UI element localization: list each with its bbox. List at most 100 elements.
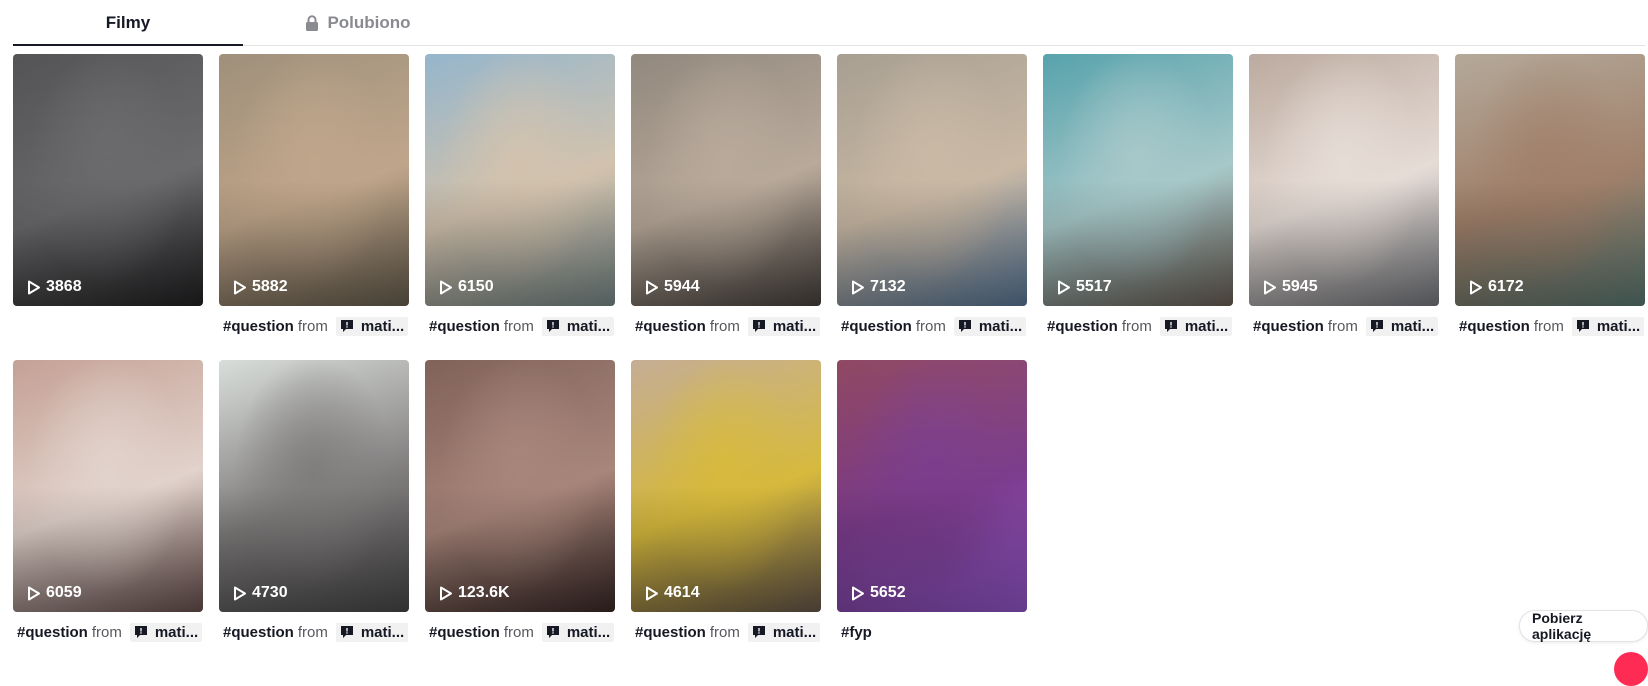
caption-from-text: from	[1121, 317, 1152, 335]
video-thumbnail[interactable]: 7132	[837, 54, 1027, 306]
view-count-value: 3868	[46, 278, 82, 295]
mention-chip[interactable]: mati...	[541, 622, 615, 642]
mention-chip[interactable]: mati...	[335, 316, 409, 336]
mention-chip[interactable]: mati...	[1571, 316, 1645, 336]
video-thumbnail[interactable]: 6172	[1455, 54, 1645, 306]
view-count: 6059	[27, 584, 82, 602]
video-thumbnail[interactable]: 5652	[837, 360, 1027, 612]
tab-videos[interactable]: Filmy	[13, 0, 243, 45]
view-count: 5882	[233, 278, 288, 296]
view-count: 3868	[27, 278, 82, 296]
hashtag-link[interactable]: #question	[1459, 318, 1530, 335]
play-icon	[234, 280, 246, 294]
play-icon	[28, 586, 40, 600]
video-thumbnail[interactable]: 5517	[1043, 54, 1233, 306]
video-caption: #question from mati...	[219, 621, 409, 643]
comment-icon	[1576, 320, 1589, 332]
hashtag-link[interactable]: #question	[1047, 318, 1118, 335]
caption-from-text: from	[709, 623, 740, 641]
video-card[interactable]: 123.6K #question from mati...	[425, 360, 615, 643]
mention-username: mati...	[978, 317, 1023, 335]
view-count-value: 5652	[870, 584, 906, 601]
play-icon	[440, 280, 452, 294]
video-card[interactable]: 5944 #question from mati...	[631, 54, 821, 337]
video-card[interactable]: 5652 #fyp	[837, 360, 1027, 643]
hashtag-link[interactable]: #question	[429, 624, 500, 641]
view-count-value: 4730	[252, 584, 288, 601]
video-card[interactable]: 4614 #question from mati...	[631, 360, 821, 643]
caption-from-text: from	[503, 623, 534, 641]
lock-icon	[306, 14, 319, 31]
mention-chip[interactable]: mati...	[1365, 316, 1439, 336]
hashtag-link[interactable]: #question	[635, 318, 706, 335]
video-thumbnail[interactable]: 4730	[219, 360, 409, 612]
video-thumbnail[interactable]: 5945	[1249, 54, 1439, 306]
comment-icon	[546, 626, 559, 638]
play-icon	[646, 280, 658, 294]
caption-from-text: from	[1327, 317, 1358, 335]
video-thumbnail[interactable]: 5944	[631, 54, 821, 306]
hashtag-link[interactable]: #question	[635, 624, 706, 641]
view-count: 5652	[851, 584, 906, 602]
mention-chip[interactable]: mati...	[129, 622, 203, 642]
play-icon	[28, 280, 40, 294]
get-app-button[interactable]: Pobierz aplikację	[1519, 610, 1648, 642]
view-count: 7132	[851, 278, 906, 296]
video-thumbnail[interactable]: 6059	[13, 360, 203, 612]
view-count: 6150	[439, 278, 494, 296]
video-card[interactable]: 5882 #question from mati...	[219, 54, 409, 337]
mention-username: mati...	[566, 623, 611, 641]
play-icon	[646, 586, 658, 600]
tab-liked[interactable]: Polubiono	[243, 0, 473, 45]
caption-from-text: from	[297, 317, 328, 335]
video-thumbnail[interactable]: 5882	[219, 54, 409, 306]
caption-from-text: from	[915, 317, 946, 335]
view-count: 123.6K	[439, 584, 510, 602]
hashtag-link[interactable]: #question	[1253, 318, 1324, 335]
video-card[interactable]: 7132 #question from mati...	[837, 54, 1027, 337]
video-card[interactable]: 6059 #question from mati...	[13, 360, 203, 643]
video-card[interactable]: 5517 #question from mati...	[1043, 54, 1233, 337]
caption-from-text: from	[709, 317, 740, 335]
caption-from-text: from	[503, 317, 534, 335]
comment-icon	[546, 320, 559, 332]
play-icon	[1264, 280, 1276, 294]
mention-chip[interactable]: mati...	[747, 622, 821, 642]
video-card[interactable]: 5945 #question from mati...	[1249, 54, 1439, 337]
view-count: 5944	[645, 278, 700, 296]
floating-action-button[interactable]	[1614, 652, 1648, 686]
video-caption: #question from mati...	[219, 315, 409, 337]
play-icon	[440, 586, 452, 600]
video-card[interactable]: 6150 #question from mati...	[425, 54, 615, 337]
mention-chip[interactable]: mati...	[1159, 316, 1233, 336]
video-card[interactable]: 4730 #question from mati...	[219, 360, 409, 643]
hashtag-link[interactable]: #question	[17, 624, 88, 641]
mention-username: mati...	[772, 317, 817, 335]
hashtag-link[interactable]: #fyp	[841, 624, 872, 641]
mention-username: mati...	[772, 623, 817, 641]
hashtag-link[interactable]: #question	[841, 318, 912, 335]
view-count-value: 5944	[664, 278, 700, 295]
hashtag-link[interactable]: #question	[223, 624, 294, 641]
mention-username: mati...	[1184, 317, 1229, 335]
video-caption: #question from mati...	[13, 621, 203, 643]
mention-chip[interactable]: mati...	[953, 316, 1027, 336]
view-count: 4614	[645, 584, 700, 602]
video-thumbnail[interactable]: 3868	[13, 54, 203, 306]
video-card[interactable]: 6172 #question from mati...	[1455, 54, 1645, 337]
video-card[interactable]: 3868	[13, 54, 203, 337]
video-thumbnail[interactable]: 6150	[425, 54, 615, 306]
video-caption: #question from mati...	[1043, 315, 1233, 337]
hashtag-link[interactable]: #question	[223, 318, 294, 335]
comment-icon	[134, 626, 147, 638]
comment-icon	[752, 320, 765, 332]
mention-chip[interactable]: mati...	[747, 316, 821, 336]
video-thumbnail[interactable]: 4614	[631, 360, 821, 612]
video-thumbnail[interactable]: 123.6K	[425, 360, 615, 612]
hashtag-link[interactable]: #question	[429, 318, 500, 335]
mention-chip[interactable]: mati...	[541, 316, 615, 336]
video-caption: #question from mati...	[631, 315, 821, 337]
view-count-value: 6059	[46, 584, 82, 601]
comment-icon	[340, 320, 353, 332]
mention-chip[interactable]: mati...	[335, 622, 409, 642]
